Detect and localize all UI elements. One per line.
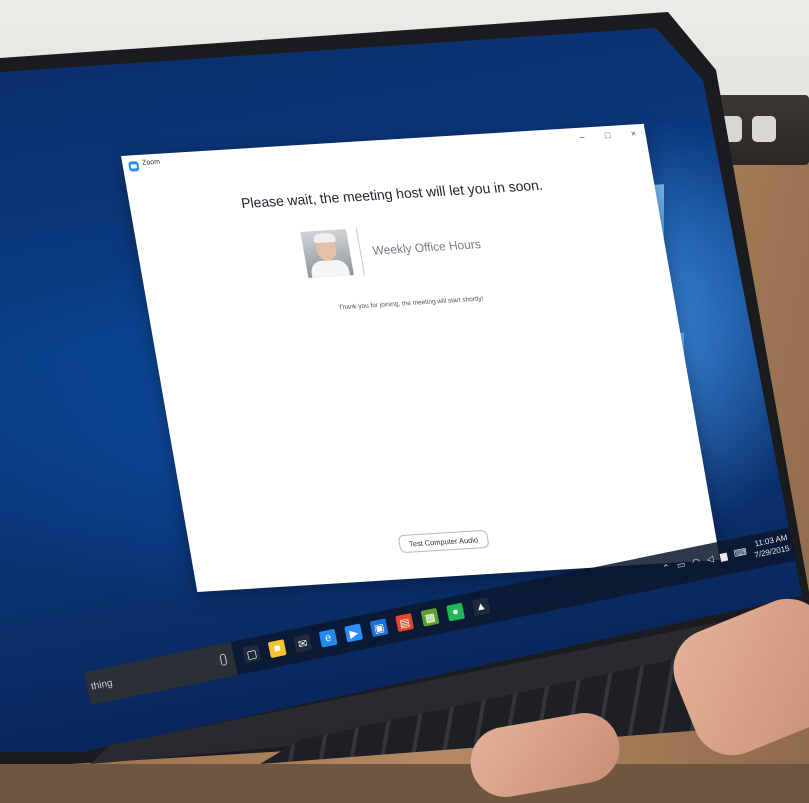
maximize-button[interactable]: □: [600, 126, 615, 145]
store-icon[interactable]: ▲: [471, 597, 491, 617]
file-explorer-icon[interactable]: ■: [267, 639, 287, 659]
window-controls: – □ ×: [574, 124, 641, 146]
edge-icon[interactable]: e: [318, 628, 338, 648]
clock[interactable]: 11:03 AM 7/29/2015: [751, 532, 791, 561]
battery-icon[interactable]: ▭: [676, 559, 687, 571]
window-title: Zoom: [141, 158, 161, 167]
meeting-title: Weekly Office Hours: [371, 237, 482, 258]
close-button[interactable]: ×: [626, 124, 641, 143]
mail-icon[interactable]: ✉: [293, 633, 313, 653]
zoom-window: Zoom – □ × Please wait, the meeting host…: [121, 123, 721, 593]
avatar-shirt: [309, 259, 351, 278]
divider: [355, 227, 366, 276]
notification-icon[interactable]: ▆: [719, 550, 728, 562]
background-object: [752, 116, 776, 142]
zoom-app-icon[interactable]: ▶: [344, 623, 364, 643]
test-computer-audio-button[interactable]: Test Computer Audio: [397, 529, 490, 554]
waiting-message: Thank you for joining, the meeting will …: [338, 295, 484, 312]
host-avatar: [300, 229, 354, 278]
waiting-headline: Please wait, the meeting host will let y…: [239, 176, 544, 212]
keyboard-icon[interactable]: ⌨: [733, 546, 748, 559]
office-icon[interactable]: ▤: [395, 613, 415, 632]
photos-icon[interactable]: ▣: [369, 618, 389, 638]
avatar-hair: [312, 232, 337, 244]
search-text: thing: [90, 677, 114, 693]
minimize-button[interactable]: –: [574, 127, 589, 146]
minecraft-icon[interactable]: ▩: [420, 607, 440, 627]
zoom-logo-icon: [127, 161, 140, 172]
wifi-icon[interactable]: ◠: [691, 556, 701, 568]
spotify-icon[interactable]: ●: [446, 602, 465, 622]
volume-icon[interactable]: ◁: [706, 553, 715, 565]
microphone-icon[interactable]: [219, 653, 228, 667]
chevron-up-icon[interactable]: ⌃: [662, 562, 672, 574]
task-view-icon[interactable]: ▢: [242, 644, 262, 664]
meeting-info: Weekly Office Hours: [300, 219, 485, 280]
